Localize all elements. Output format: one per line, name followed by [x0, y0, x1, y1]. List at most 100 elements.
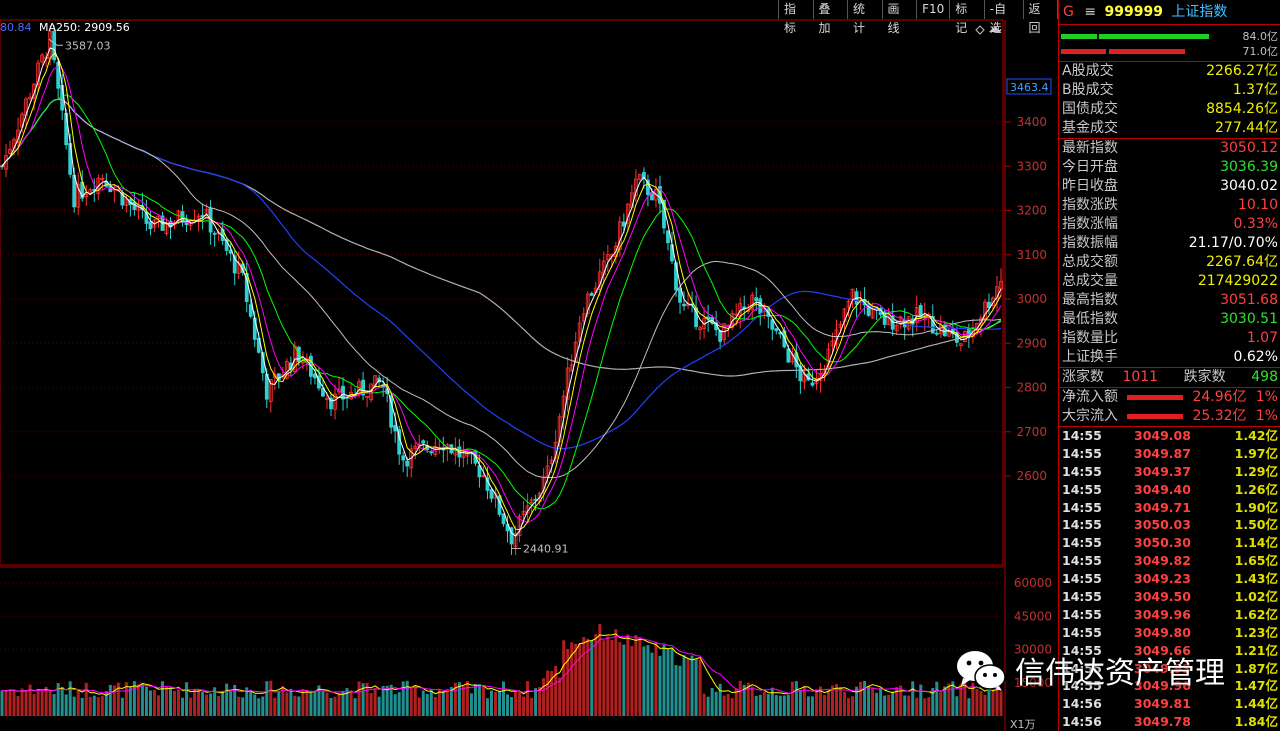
volume-bar	[979, 690, 983, 716]
volume-bar	[437, 689, 441, 716]
volume-bar	[546, 670, 550, 716]
volume-bar	[413, 684, 417, 716]
volume-bar	[851, 696, 855, 716]
toolbar-mark-button[interactable]: 标记	[949, 0, 984, 35]
volume-bar	[128, 686, 132, 716]
stats_b-label: 今日开盘	[1062, 159, 1118, 175]
volume-bar	[24, 690, 28, 716]
tick-volume: 1.14亿	[1234, 535, 1278, 551]
candle-body	[132, 201, 137, 210]
volume-bar	[867, 685, 871, 716]
stats_b-value: 3051.68	[1220, 292, 1278, 308]
toolbar-f10-button[interactable]: F10	[916, 0, 949, 19]
tick-row: 14:55 3049.50 1.02亿	[1059, 588, 1280, 606]
stats_b-value: 3036.39	[1220, 159, 1278, 175]
volume-bar	[578, 643, 582, 716]
tick-price: 3049.87	[1134, 445, 1191, 461]
stats_b-label: 总成交额	[1062, 254, 1118, 270]
volume-bar	[301, 689, 305, 716]
tick-price: 3049.71	[1134, 499, 1191, 515]
volume-bar	[594, 634, 598, 716]
candle-body	[754, 297, 759, 302]
volume-bar	[702, 693, 706, 716]
volume-bar	[722, 695, 726, 716]
volume-bar	[614, 629, 618, 716]
volume-bar	[96, 697, 100, 716]
volume-bar	[630, 645, 634, 716]
buy-sell-bars: 84.0亿 71.0亿	[1059, 25, 1280, 62]
tick-volume: 1.65亿	[1234, 553, 1278, 569]
volume-bar	[975, 689, 979, 716]
volume-bar	[353, 698, 357, 716]
volume-bar	[714, 691, 718, 716]
volume-bar	[393, 694, 397, 716]
sell-volume: 71.0亿	[1242, 45, 1279, 58]
tick-volume: 1.02亿	[1234, 589, 1278, 605]
volume-bar	[582, 637, 586, 716]
volume-bar	[217, 695, 221, 716]
volume-bar	[810, 696, 814, 716]
volume-bar	[68, 681, 72, 716]
flow-bar	[1127, 414, 1184, 419]
volume-bar	[822, 694, 826, 716]
toolbar-draw-button[interactable]: 画线	[881, 0, 917, 35]
volume-bar	[309, 690, 313, 716]
volume-bar	[321, 691, 325, 716]
volume-bar	[489, 690, 493, 716]
tick-time: 14:55	[1062, 624, 1102, 640]
stats_b-row: 最低指数 3030.51	[1059, 310, 1280, 329]
toolbar-indicator-button[interactable]: 指标	[778, 0, 813, 35]
volume-bar	[638, 636, 642, 716]
candle-body	[248, 304, 253, 317]
stats_b-row: 最高指数 3051.68	[1059, 291, 1280, 310]
watermark-text: 信伟达资产管理	[1015, 656, 1225, 691]
group-indicator[interactable]: G	[1063, 4, 1074, 20]
toolbar-stats-button[interactable]: 统计	[847, 0, 882, 35]
stats_b-value: 10.10	[1237, 197, 1278, 213]
kline-chart-pane[interactable]: 3400 3300 3200 3100 3000 2900 2800 2700 2600 3463…	[0, 0, 1059, 731]
volume-bar	[907, 695, 911, 716]
stats_b-value: 0.62%	[1233, 349, 1278, 365]
volume-bar	[666, 648, 670, 716]
volume-bar	[510, 697, 514, 716]
volume-bar	[786, 694, 790, 716]
tick-time: 14:55	[1062, 606, 1102, 622]
volume-bar	[92, 695, 96, 716]
ma-legend-prefix: 80.84	[0, 21, 32, 34]
menu-icon[interactable]: ≡	[1084, 4, 1096, 20]
volume-bar	[967, 698, 971, 716]
volume-bar	[754, 695, 758, 716]
volume-bar	[12, 689, 16, 716]
volume-ma10-line	[1, 635, 1002, 694]
flow-value: 24.96亿	[1192, 389, 1247, 405]
toolbar-back-button[interactable]: 返回	[1022, 0, 1059, 35]
toolbar-watchlist-button[interactable]: -自选	[983, 0, 1023, 35]
tick-time: 14:55	[1062, 535, 1102, 551]
volume-bar	[674, 665, 678, 716]
volume-bar	[899, 685, 903, 716]
tick-row: 14:55 3049.08 1.42亿	[1059, 427, 1280, 445]
tick-time: 14:55	[1062, 517, 1102, 533]
up-count: 1011	[1122, 369, 1159, 385]
volume-bar	[919, 684, 923, 716]
price-tick-label: 3200	[1016, 204, 1047, 218]
volume-bar	[497, 691, 501, 716]
candle-body	[393, 425, 398, 432]
volume-bar	[774, 695, 778, 716]
stats_b-label: 指数涨跌	[1062, 197, 1118, 213]
tick-time: 14:56	[1062, 696, 1102, 712]
toolbar-overlay-button[interactable]: 叠加	[812, 0, 848, 35]
volume-bar	[273, 697, 277, 716]
tick-volume: 1.23亿	[1234, 624, 1278, 640]
candle-body	[421, 440, 426, 444]
fund-flows: 净流入额 24.96亿 1% 大宗流入 25.32亿 1%	[1059, 388, 1280, 427]
volume-bar	[682, 655, 686, 716]
volume-bar	[558, 677, 562, 716]
candle-body	[52, 31, 57, 61]
volume-bar	[425, 693, 429, 716]
tick-time: 14:55	[1062, 445, 1102, 461]
volume-bar	[618, 642, 622, 716]
volume-bar	[345, 688, 349, 716]
flow-row: 净流入额 24.96亿 1%	[1059, 388, 1280, 407]
kline-chart[interactable]: 3400 3300 3200 3100 3000 2900 2800 2700 2600 3463…	[0, 0, 1058, 731]
